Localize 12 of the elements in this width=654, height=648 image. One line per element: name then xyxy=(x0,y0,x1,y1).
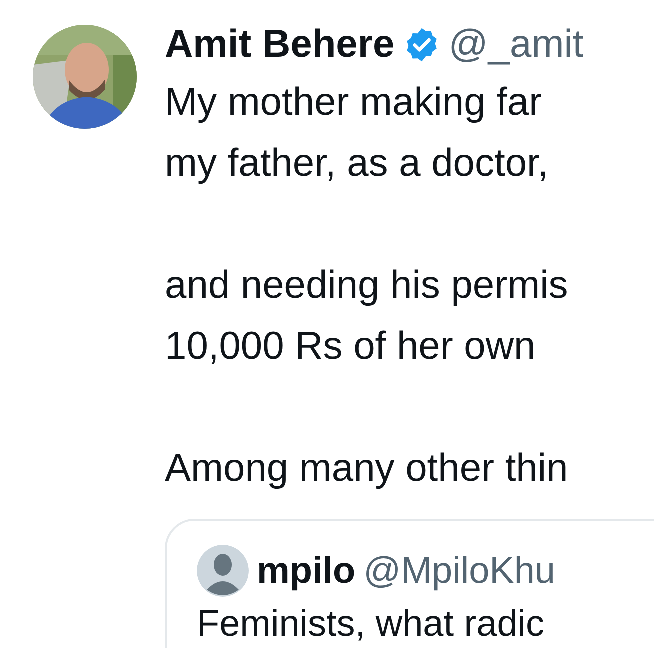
tweet-text: My mother making far xyxy=(165,80,542,126)
tweet-text: and needing his permis xyxy=(165,263,568,309)
tweet-text: Among many other thin xyxy=(165,446,568,492)
quoted-author-handle[interactable]: @MpiloKhu xyxy=(364,547,556,595)
author-handle[interactable]: @_amit xyxy=(448,22,584,68)
author-name[interactable]: Amit Behere xyxy=(165,22,395,68)
tweet-text: 10,000 Rs of her own xyxy=(165,324,536,370)
avatar-icon[interactable] xyxy=(197,545,249,597)
quoted-tweet-text: Feminists, what radic xyxy=(197,602,544,646)
quoted-author-name[interactable]: mpilo xyxy=(257,547,356,595)
tweet-text: my father, as a doctor, xyxy=(165,141,549,187)
quoted-tweet-card[interactable]: mpilo @MpiloKhu Feminists, what radic xyxy=(165,519,654,648)
